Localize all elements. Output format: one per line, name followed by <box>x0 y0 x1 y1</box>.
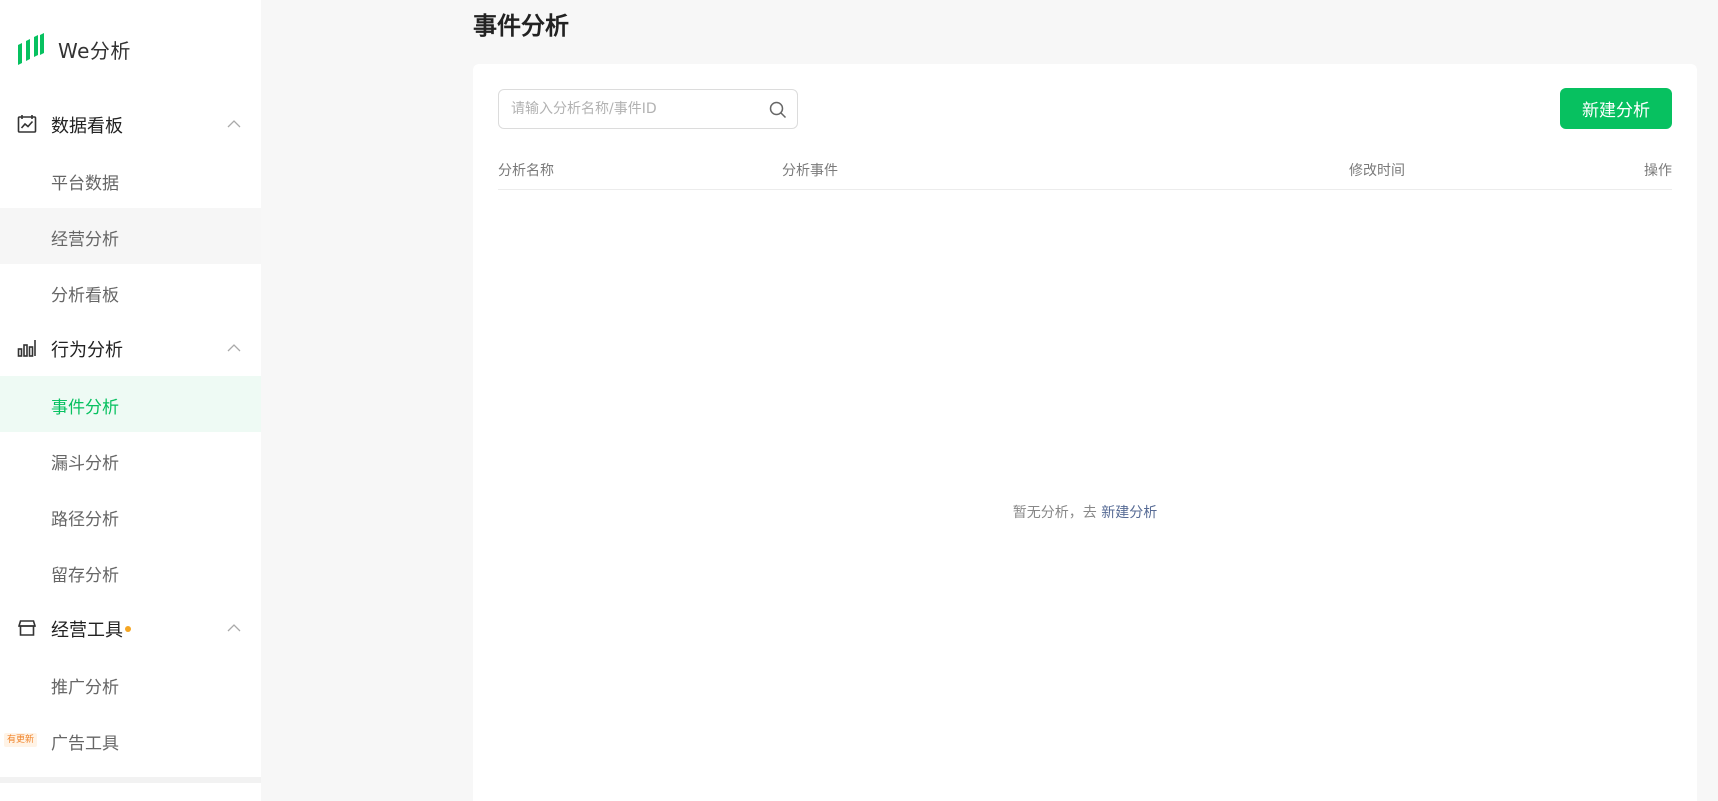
sidebar-item-label: 留存分析 <box>51 566 119 586</box>
sidebar-item-path-analysis[interactable]: 路径分析 <box>0 488 261 544</box>
nav-group-label: 行为分析 <box>51 340 123 361</box>
page-title: 事件分析 <box>473 12 569 40</box>
sidebar-item-label: 分析看板 <box>51 286 119 306</box>
chart-board-icon <box>17 114 37 134</box>
sidebar-item-label: 漏斗分析 <box>51 454 119 474</box>
sidebar-item-event-analysis[interactable]: 事件分析 <box>0 376 261 432</box>
sidebar-item-label: 路径分析 <box>51 510 119 530</box>
sidebar-item-funnel-analysis[interactable]: 漏斗分析 <box>0 432 261 488</box>
sidebar-item-label: 经营分析 <box>51 230 119 250</box>
we-analysis-logo-icon <box>17 33 44 65</box>
column-header-name: 分析名称 <box>498 163 554 179</box>
update-dot <box>125 626 131 632</box>
search-icon[interactable] <box>769 101 787 119</box>
empty-state-text: 暂无分析，去 <box>1012 505 1097 521</box>
nav-group-behavior-analysis[interactable]: 行为分析 <box>0 320 261 376</box>
store-icon <box>17 618 37 638</box>
sidebar-item-retention-analysis[interactable]: 留存分析 <box>0 544 261 600</box>
nav-group-label: 经营工具 <box>51 620 123 641</box>
update-badge: 有更新 <box>4 733 38 747</box>
new-analysis-button[interactable]: 新建分析 <box>1560 88 1672 129</box>
brand[interactable]: We分析 <box>17 33 131 65</box>
nav-group-data-board[interactable]: 数据看板 <box>0 96 261 152</box>
sidebar: We分析 数据看板 平台数据 经营分析 分析看板 行为分析 事件分析 漏斗分析 … <box>0 0 261 801</box>
sidebar-item-label: 事件分析 <box>51 398 119 418</box>
column-header-modified-time: 修改时间 <box>1349 163 1405 179</box>
sidebar-item-ad-tools[interactable]: 有更新 广告工具 <box>0 712 261 768</box>
search-box[interactable] <box>498 89 798 129</box>
sidebar-item-label: 广告工具 <box>51 734 119 754</box>
chevron-up-icon[interactable] <box>226 340 242 356</box>
search-input[interactable] <box>511 98 751 120</box>
column-header-actions: 操作 <box>1644 163 1672 179</box>
sidebar-item-platform-data[interactable]: 平台数据 <box>0 152 261 208</box>
sidebar-item-analysis-board[interactable]: 分析看板 <box>0 264 261 320</box>
sidebar-item-business-analysis[interactable]: 经营分析 <box>0 208 261 264</box>
chevron-up-icon[interactable] <box>226 116 242 132</box>
sidebar-divider <box>0 777 261 783</box>
sidebar-item-label: 推广分析 <box>51 678 119 698</box>
sidebar-item-promotion-analysis[interactable]: 推广分析 <box>0 656 261 712</box>
column-header-event: 分析事件 <box>782 163 838 179</box>
chevron-up-icon[interactable] <box>226 620 242 636</box>
analysis-list-card: 新建分析 分析名称 分析事件 修改时间 操作 暂无分析，去 新建分析 <box>473 64 1697 801</box>
nav-group-label: 数据看板 <box>51 116 123 137</box>
nav-group-business-tools[interactable]: 经营工具 <box>0 600 261 656</box>
empty-state-new-analysis-link[interactable]: 新建分析 <box>1101 505 1157 521</box>
table-header: 分析名称 分析事件 修改时间 操作 <box>498 160 1672 190</box>
empty-state: 暂无分析，去 新建分析 <box>473 502 1697 522</box>
bar-chart-icon <box>17 338 37 358</box>
app-name: We分析 <box>58 38 131 63</box>
sidebar-item-label: 平台数据 <box>51 174 119 194</box>
